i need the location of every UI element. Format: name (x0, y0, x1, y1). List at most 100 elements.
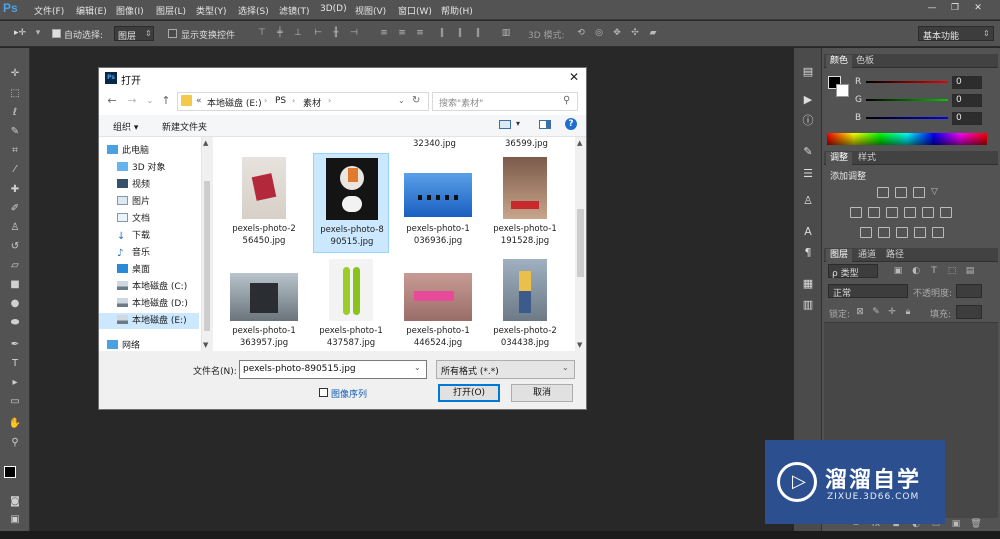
filter-adjustment-icon[interactable]: ◐ (910, 266, 922, 277)
auto-select-checkbox[interactable] (52, 29, 61, 38)
breadcrumb-overflow[interactable]: « (196, 96, 202, 106)
tab-channels[interactable]: 通道 (854, 249, 880, 262)
tab-styles[interactable]: 样式 (854, 152, 880, 165)
menu-view[interactable]: 视图(V) (355, 4, 386, 17)
healing-brush-icon[interactable]: ✚ (6, 182, 24, 198)
distribute-bottom-icon[interactable]: ≡ (414, 28, 426, 39)
marquee-tool-icon[interactable]: ⬚ (6, 86, 24, 102)
green-value-field[interactable]: 0 (952, 94, 982, 107)
file-item[interactable]: pexels-photo-2 034438.jpg (487, 255, 563, 355)
new-folder-button[interactable]: 新建文件夹 (162, 120, 207, 133)
show-transform-checkbox[interactable] (168, 29, 177, 38)
scroll-down-icon[interactable]: ▼ (203, 341, 208, 349)
menu-image[interactable]: 图像(I) (116, 4, 144, 17)
move-tool-icon[interactable]: ✛ (6, 66, 24, 82)
black-white-icon[interactable] (904, 207, 916, 218)
brush-presets-icon[interactable]: ✎ (801, 145, 815, 159)
file-item[interactable]: pexels-photo-1 446524.jpg (400, 255, 476, 355)
3d-rotate-icon[interactable]: ⟲ (575, 28, 587, 39)
file-item[interactable]: pexels-photo-1 437587.jpg (313, 255, 389, 355)
file-item[interactable]: pexels-photo-1 363957.jpg (226, 255, 302, 355)
foreground-color-swatch[interactable] (4, 466, 16, 478)
lock-transparency-icon[interactable]: ⊠ (854, 307, 866, 318)
image-sequence-checkbox[interactable] (319, 388, 328, 397)
nav-item-network[interactable]: 网络 (107, 338, 199, 351)
dodge-tool-icon[interactable]: ⬬ (6, 315, 24, 331)
history-icon[interactable]: ▤ (801, 65, 815, 79)
menu-type[interactable]: 类型(Y) (196, 4, 227, 17)
breadcrumb-drive-e[interactable]: 本地磁盘 (E:) (207, 96, 262, 109)
nav-item-drive-e[interactable]: 本地磁盘 (E:) (99, 313, 199, 329)
file-item-selected[interactable]: pexels-photo-8 90515.jpg (313, 153, 389, 253)
address-dropdown-icon[interactable]: ⌄ (398, 96, 405, 105)
distribute-vcenter-icon[interactable]: ≡ (396, 28, 408, 39)
scroll-thumb[interactable] (204, 181, 210, 331)
distribute-right-icon[interactable]: ‖ (472, 28, 484, 39)
gradient-icon[interactable] (932, 227, 944, 238)
restore-icon[interactable]: ❐ (945, 1, 965, 15)
paragraph-icon[interactable]: ¶ (801, 246, 815, 260)
clone-source-icon[interactable]: ♙ (801, 194, 815, 208)
chevron-down-icon[interactable]: ⌄ (414, 363, 421, 372)
distribute-left-icon[interactable]: ‖ (436, 28, 448, 39)
refresh-icon[interactable]: ↻ (412, 95, 420, 106)
align-right-icon[interactable]: ⊣ (348, 28, 360, 39)
nav-item-music[interactable]: ♪ 音乐 (117, 245, 199, 261)
lock-position-icon[interactable]: ✛ (886, 307, 898, 318)
filename-field[interactable]: pexels-photo-890515.jpg ⌄ (239, 360, 427, 379)
vibrance-icon[interactable] (850, 207, 862, 218)
scroll-up-icon[interactable]: ▲ (203, 139, 208, 147)
tab-layers[interactable]: 图层 (826, 249, 853, 262)
brush-tool-icon[interactable]: ✐ (6, 201, 24, 217)
nav-item-drive-d[interactable]: 本地磁盘 (D:) (117, 296, 199, 312)
nav-item-drive-c[interactable]: 本地磁盘 (C:) (117, 279, 199, 295)
photo-filter-icon[interactable] (922, 207, 934, 218)
nav-item-3d-objects[interactable]: 3D 对象 (117, 160, 199, 176)
menu-filter[interactable]: 滤镜(T) (279, 4, 310, 17)
address-bar[interactable]: « 本地磁盘 (E:) › PS › 素材 › ⌄ ↻ (177, 92, 429, 111)
quick-mask-icon[interactable]: ◙ (6, 494, 24, 510)
scroll-down-icon[interactable]: ▼ (577, 341, 582, 349)
red-slider[interactable] (866, 81, 948, 83)
filter-shape-icon[interactable]: ⬚ (946, 266, 958, 277)
minimize-icon[interactable]: — (922, 1, 942, 15)
blur-tool-icon[interactable]: ● (6, 296, 24, 312)
info-icon[interactable]: ⓘ (801, 114, 815, 128)
background-color-swatch[interactable] (836, 84, 849, 97)
color-balance-icon[interactable] (886, 207, 898, 218)
auto-select-dropdown[interactable]: 图层 ⇕ (114, 26, 154, 42)
recent-locations-icon[interactable]: ⌄ (143, 94, 157, 108)
blue-value-field[interactable]: 0 (952, 112, 982, 125)
character-icon[interactable]: A (801, 225, 815, 239)
red-value-field[interactable]: 0 (952, 76, 982, 89)
history-brush-icon[interactable]: ↺ (6, 239, 24, 255)
pen-tool-icon[interactable]: ✒ (6, 337, 24, 353)
preview-pane-icon[interactable] (539, 120, 551, 129)
workspace-dropdown[interactable]: 基本功能 ⇕ (918, 26, 994, 42)
threshold-icon[interactable] (896, 227, 908, 238)
nav-item-downloads[interactable]: ↓ 下载 (117, 228, 199, 244)
gradient-tool-icon[interactable]: ■ (6, 277, 24, 293)
scroll-up-icon[interactable]: ▲ (577, 139, 582, 147)
align-top-icon[interactable]: ⊤ (256, 28, 268, 39)
nav-item-videos[interactable]: 视频 (117, 177, 199, 193)
nav-item-desktop[interactable]: 桌面 (117, 262, 199, 278)
tool-preset-dropdown-icon[interactable]: ▾ (32, 28, 44, 39)
lasso-tool-icon[interactable]: ℓ (6, 105, 24, 121)
scroll-thumb[interactable] (577, 209, 584, 277)
color-spectrum-bar[interactable] (827, 133, 987, 145)
hand-tool-icon[interactable]: ✋ (6, 416, 24, 432)
clone-stamp-icon[interactable]: ♙ (6, 220, 24, 236)
curves-icon[interactable] (913, 187, 925, 198)
search-input[interactable]: 搜索"素材" ⚲ (432, 92, 578, 111)
lock-all-icon[interactable]: 🔒︎ (902, 307, 914, 318)
type-tool-icon[interactable]: T (6, 356, 24, 372)
view-options-icon[interactable] (499, 120, 511, 129)
image-sequence-label[interactable]: 图像序列 (331, 387, 367, 400)
menu-help[interactable]: 帮助(H) (441, 4, 473, 17)
filter-pixel-icon[interactable]: ▣ (892, 266, 904, 277)
nav-pane-scrollbar[interactable]: ▲ ▼ (202, 137, 212, 351)
file-item[interactable]: pexels-photo-2 56450.jpg (226, 153, 302, 253)
up-arrow-icon[interactable]: ↑ (159, 94, 173, 108)
back-arrow-icon[interactable]: ← (105, 94, 119, 108)
